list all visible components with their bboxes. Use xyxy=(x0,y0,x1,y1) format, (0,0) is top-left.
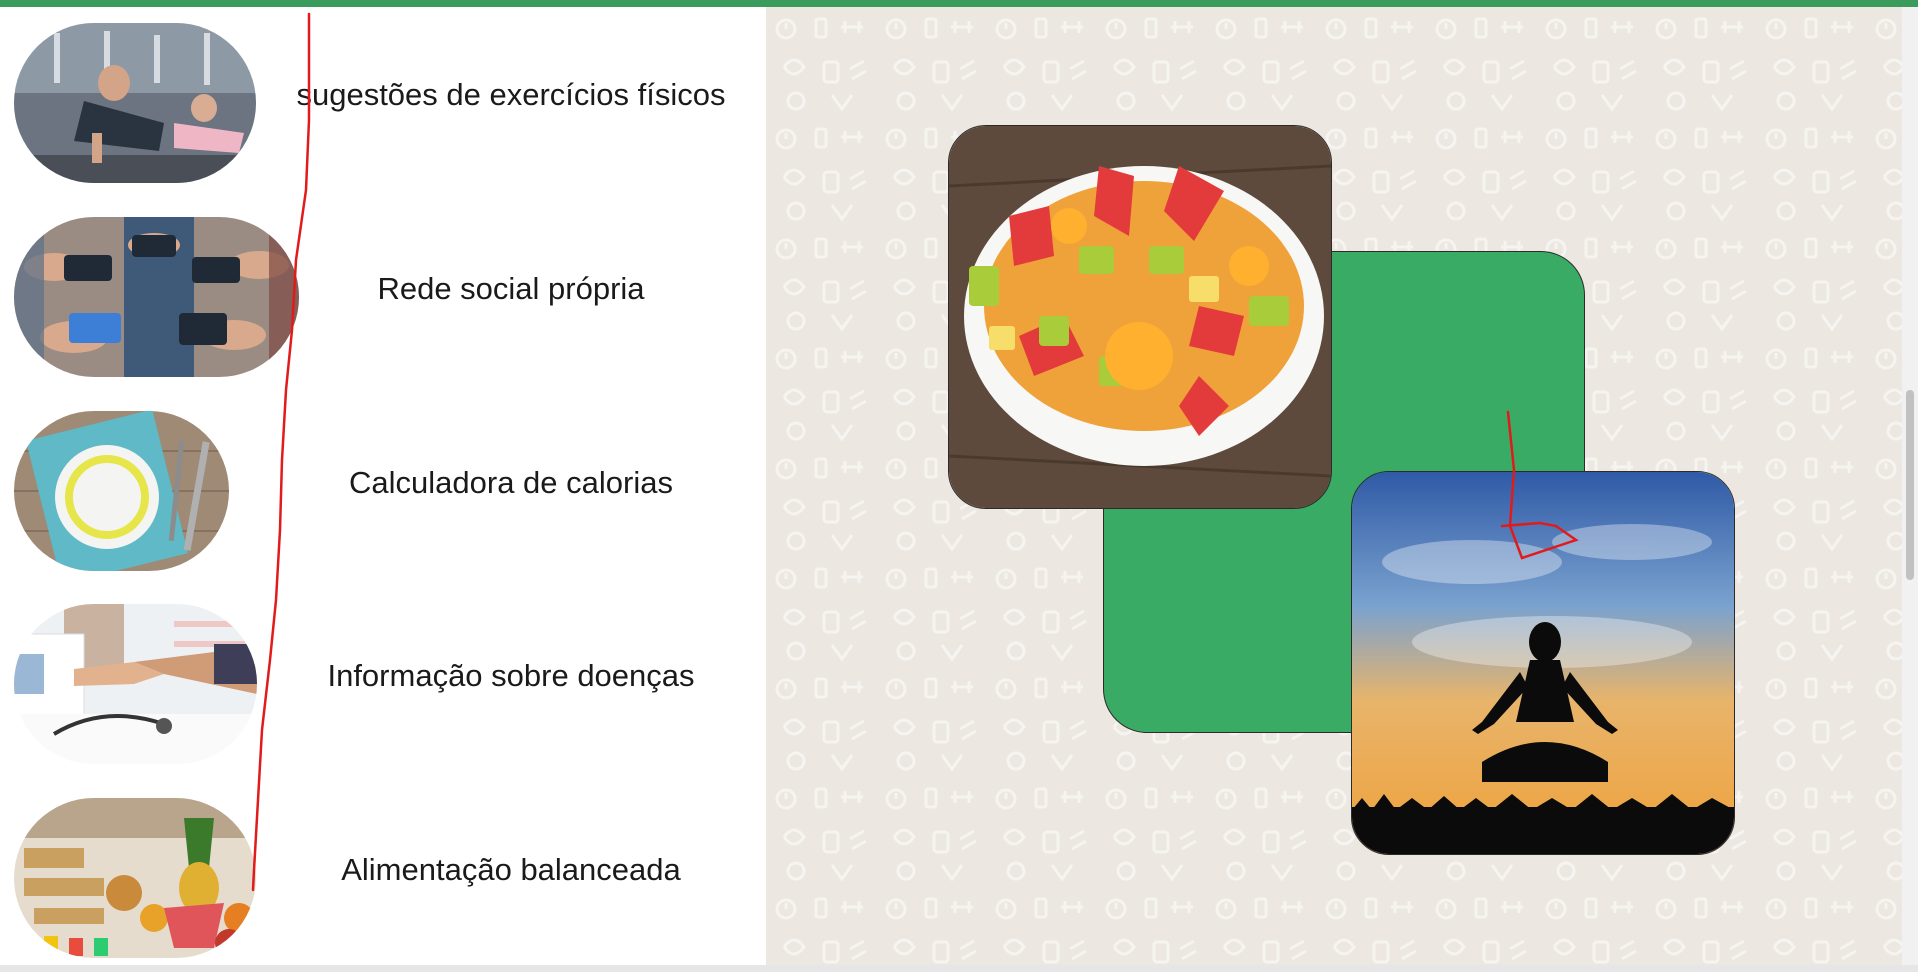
feature-label: Informação sobre doenças xyxy=(327,658,695,693)
feature-item-exercicios[interactable]: sugestões de exercícios físicos xyxy=(0,17,766,187)
vertical-scrollbar[interactable] xyxy=(1902,7,1918,965)
smartphones-photo xyxy=(14,217,299,377)
feature-item-calculadora[interactable]: Calculadora de calorias xyxy=(0,405,766,575)
feature-item-alimentacao[interactable]: Alimentação balanceada xyxy=(0,792,766,962)
scrollbar-thumb[interactable] xyxy=(1906,390,1914,580)
diet-plate-photo xyxy=(14,411,229,571)
showcase-panel xyxy=(766,7,1902,965)
feature-label: sugestões de exercícios físicos xyxy=(296,77,726,112)
bottom-strip xyxy=(0,965,1918,972)
meditation-sunset-photo xyxy=(1351,471,1735,855)
feature-label: Calculadora de calorias xyxy=(349,465,673,500)
features-list: sugestões de exercícios físicos Rede soc… xyxy=(0,7,766,965)
doctor-handshake-photo xyxy=(14,604,257,764)
feature-label: Rede social própria xyxy=(377,271,645,306)
food-buffet-photo xyxy=(14,798,256,958)
top-accent-bar xyxy=(0,0,1918,7)
feature-item-doencas[interactable]: Informação sobre doenças xyxy=(0,598,766,768)
feature-label: Alimentação balanceada xyxy=(341,852,681,887)
fruit-salad-bowl-photo xyxy=(948,125,1332,509)
gym-workout-photo xyxy=(14,23,256,183)
feature-item-rede-social[interactable]: Rede social própria xyxy=(0,211,766,381)
